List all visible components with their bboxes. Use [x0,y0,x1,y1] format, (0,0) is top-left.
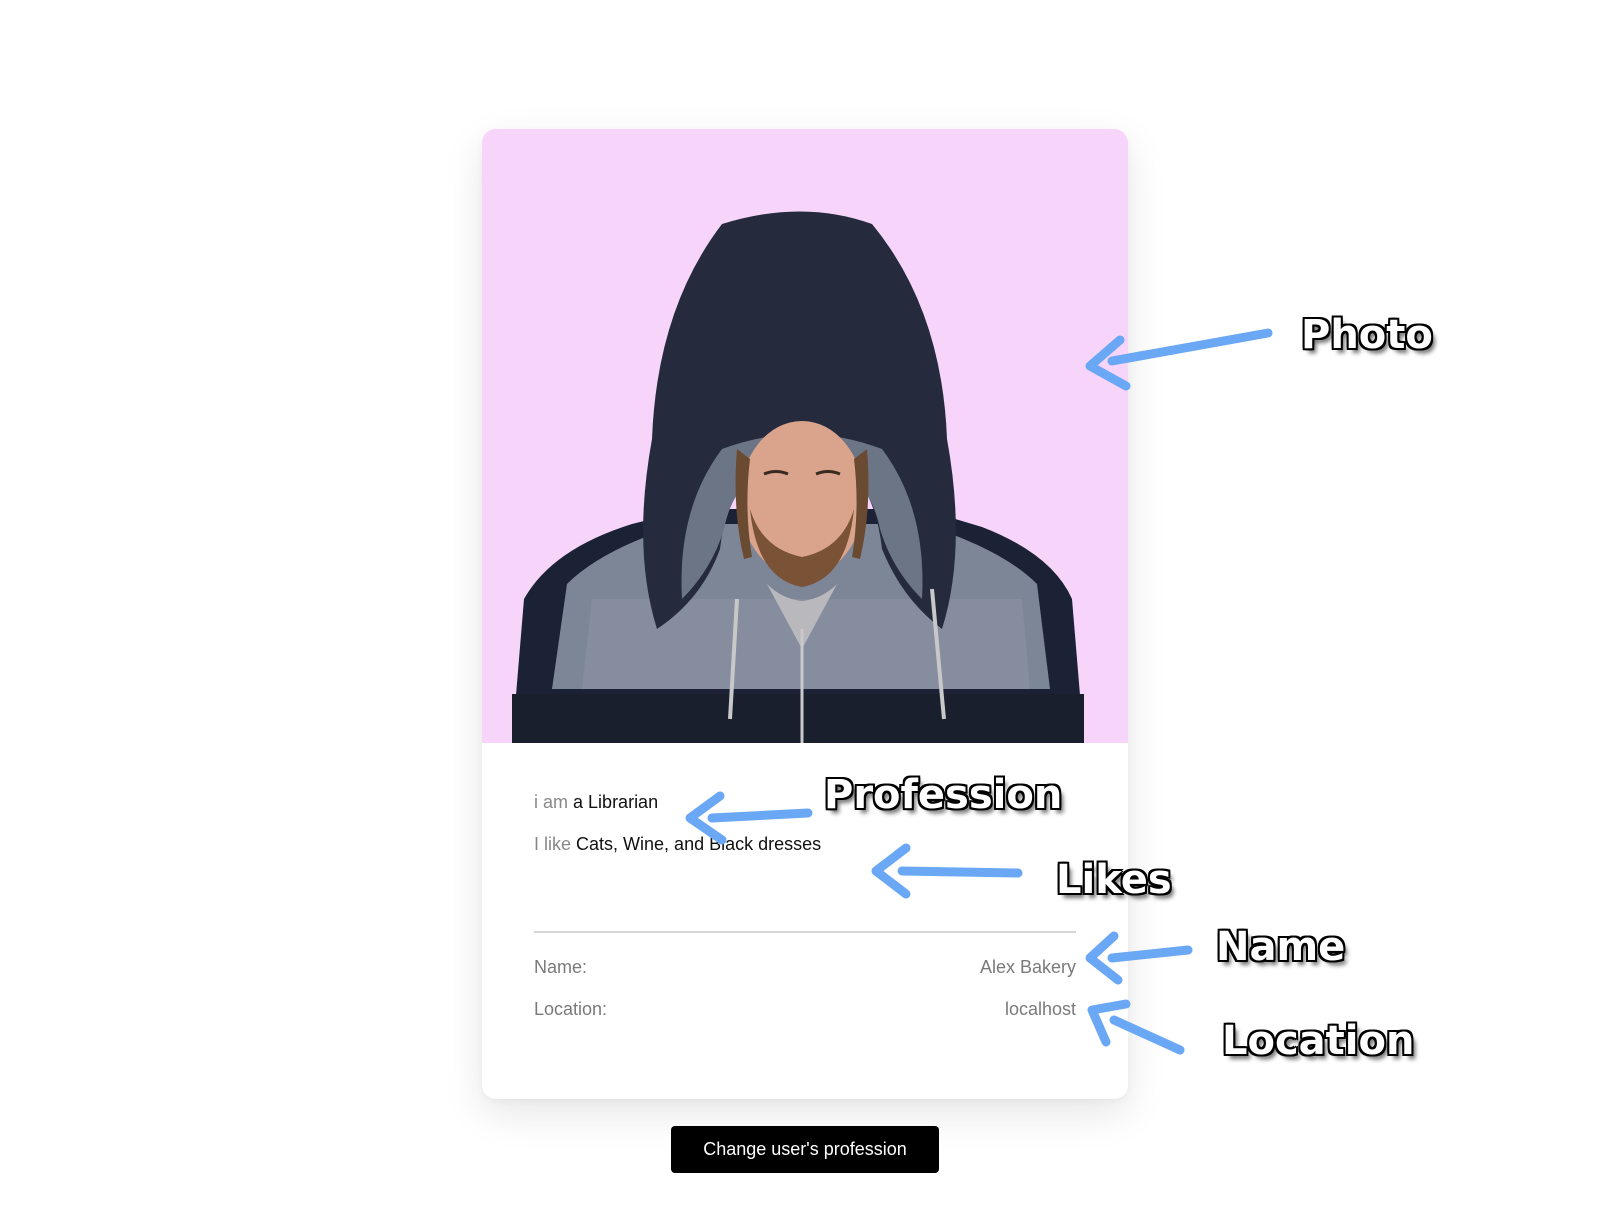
name-callout: Name [1216,924,1346,970]
name-arrow [1107,945,1193,963]
likes-arrow [897,866,1023,878]
location-callout: Location [1222,1018,1415,1064]
profession-arrow [707,808,813,823]
photo-callout: Photo [1301,312,1433,358]
profession-callout: Profession [824,772,1063,818]
location-arrow [1109,1015,1185,1055]
photo-arrow [1107,328,1273,366]
likes-callout: Likes [1056,857,1172,903]
